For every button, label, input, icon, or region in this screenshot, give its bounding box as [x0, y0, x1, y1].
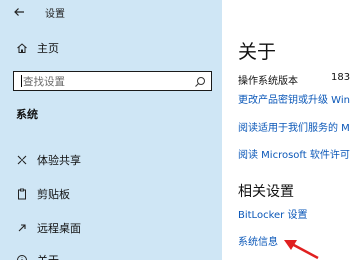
link-change-product-key[interactable]: 更改产品密钥或升级 Win	[238, 91, 350, 106]
nav-item-clipboard[interactable]: 剪贴板	[0, 182, 222, 206]
nav-item-label: 关于	[37, 252, 59, 260]
remote-desktop-icon	[14, 220, 30, 236]
page-title: 关于	[238, 41, 277, 63]
nav-item-label: 体验共享	[37, 154, 81, 167]
clipboard-icon	[14, 186, 30, 202]
nav-item-label: 远程桌面	[37, 222, 81, 235]
content-pane: 关于 操作系统版本 18363.10 更改产品密钥或升级 Win 阅读适用于我们…	[222, 0, 350, 260]
search-input[interactable]: 查找设置	[13, 71, 212, 91]
settings-window: 设置 主页 查找设置 系统 体验共享 剪贴板 远程桌面 关于 操作系统版本 18…	[0, 0, 350, 260]
os-version-label: 操作系统版本	[238, 76, 298, 87]
search-icon[interactable]	[193, 74, 207, 88]
nav-item-about[interactable]: 关于	[0, 248, 222, 260]
info-icon	[14, 252, 30, 260]
nav-item-home-label: 主页	[37, 42, 59, 55]
nav-item-home[interactable]: 主页	[0, 36, 222, 60]
nav-item-label: 剪贴板	[37, 188, 70, 201]
section-header-system: 系统	[16, 108, 38, 121]
link-bitlocker-settings[interactable]: BitLocker 设置	[238, 206, 307, 221]
os-version-value: 18363.10	[331, 72, 350, 83]
os-version-row: 操作系统版本 18363.10	[238, 72, 350, 87]
link-privacy-statement[interactable]: 阅读适用于我们服务的 M	[238, 119, 350, 134]
share-experience-icon	[14, 152, 30, 168]
home-icon	[14, 40, 30, 56]
back-arrow-icon[interactable]	[10, 3, 28, 21]
link-license-terms[interactable]: 阅读 Microsoft 软件许可条	[238, 146, 350, 161]
search-placeholder: 查找设置	[23, 76, 65, 88]
nav-item-remote-desktop[interactable]: 远程桌面	[0, 216, 222, 240]
related-settings-heading: 相关设置	[238, 184, 294, 200]
nav-pane: 设置 主页 查找设置 系统 体验共享 剪贴板 远程桌面	[0, 0, 222, 260]
nav-item-shared-experiences[interactable]: 体验共享	[0, 148, 222, 172]
link-system-info[interactable]: 系统信息	[238, 233, 278, 248]
title-bar: 设置	[0, 0, 222, 24]
window-title: 设置	[45, 9, 65, 20]
text-caret	[21, 75, 22, 87]
